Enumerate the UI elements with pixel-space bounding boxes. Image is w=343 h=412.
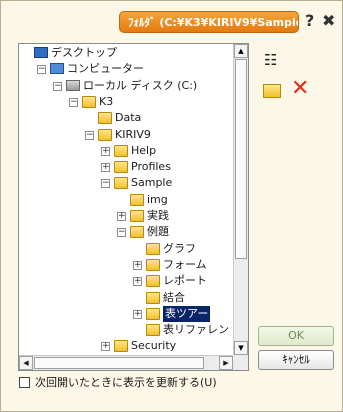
tree-node-label[interactable]: Help: [131, 143, 156, 159]
tree-node-label[interactable]: グラフ: [163, 241, 196, 257]
folder-icon: [146, 324, 160, 336]
scroll-right-button[interactable]: ▶: [219, 356, 233, 370]
expand-icon[interactable]: +: [133, 261, 142, 270]
tree-node[interactable]: − KIRIV9: [19, 127, 233, 143]
folder-icon: [146, 308, 160, 320]
tree-node[interactable]: 結合: [19, 290, 233, 306]
scroll-down-button[interactable]: ▼: [234, 341, 248, 355]
folder-icon: [98, 129, 112, 141]
tree-node[interactable]: − Sample: [19, 175, 233, 191]
folder-tree-panel: デスクトップ − コンピューター − ローカル ディスク (C:) − K3 Data − KIR…: [18, 43, 249, 371]
folder-icon: [130, 210, 144, 222]
tree-node-label[interactable]: 例題: [147, 224, 169, 240]
tree-node[interactable]: img: [19, 192, 233, 208]
ok-button[interactable]: OK: [258, 326, 334, 346]
folder-icon: [98, 112, 112, 124]
folder-icon: [130, 194, 144, 206]
folder-icon: [114, 177, 128, 189]
tree-node[interactable]: − ローカル ディスク (C:): [19, 78, 233, 94]
tree-node-label[interactable]: KIRIV9: [115, 127, 151, 143]
tree-node-label[interactable]: Data: [115, 110, 141, 126]
tree-node[interactable]: + Security: [19, 338, 233, 354]
collapse-icon[interactable]: −: [85, 131, 94, 140]
tree-node[interactable]: + Profiles: [19, 159, 233, 175]
collapse-icon[interactable]: −: [69, 98, 78, 107]
close-icon[interactable]: ✖: [322, 10, 336, 32]
folder-icon: [114, 340, 128, 352]
tree-node-label[interactable]: デスクトップ: [51, 45, 117, 61]
folder-icon: [130, 226, 144, 238]
horizontal-scroll-thumb[interactable]: [34, 357, 204, 369]
cancel-button[interactable]: ｷｬﾝｾﾙ: [258, 350, 334, 370]
folder-dialog: ﾌｫﾙﾀﾞ (C:¥K3¥KIRIV9¥Sample¥例... ? ✖ デスクト…: [0, 0, 343, 412]
tree-node-label[interactable]: コンピューター: [67, 61, 144, 77]
expand-icon[interactable]: +: [101, 147, 110, 156]
folder-icon: [146, 243, 160, 255]
folder-icon: [82, 96, 96, 108]
help-icon[interactable]: ?: [305, 10, 319, 32]
tree-node-label[interactable]: レポート: [163, 273, 207, 289]
disk-icon: [66, 80, 80, 91]
tree-node[interactable]: + 実践: [19, 208, 233, 224]
tree-node[interactable]: デスクトップ: [19, 45, 233, 61]
tree-node[interactable]: − コンピューター: [19, 61, 233, 77]
collapse-icon[interactable]: −: [117, 228, 126, 237]
refresh-on-open-label: 次回開いたときに表示を更新する(U): [35, 376, 217, 389]
refresh-on-open-checkbox[interactable]: [19, 377, 30, 388]
delete-icon[interactable]: ✕: [291, 78, 309, 100]
sort-icon[interactable]: ☷: [264, 51, 282, 69]
folder-icon: [114, 145, 128, 157]
horizontal-scrollbar[interactable]: ◀ ▶: [19, 355, 233, 370]
vertical-scroll-thumb[interactable]: [235, 59, 247, 259]
tree-node-label[interactable]: Profiles: [131, 159, 171, 175]
expand-icon[interactable]: +: [101, 163, 110, 172]
folder-icon: [146, 275, 160, 287]
vertical-scrollbar[interactable]: ▲ ▼: [233, 44, 248, 355]
new-folder-icon[interactable]: [263, 84, 281, 98]
tree-node-label[interactable]: ローカル ディスク (C:): [83, 78, 197, 94]
dialog-title: ﾌｫﾙﾀﾞ (C:¥K3¥KIRIV9¥Sample¥例...: [119, 11, 299, 33]
tree-node-label[interactable]: img: [147, 192, 168, 208]
expand-icon[interactable]: +: [133, 310, 142, 319]
tree-node-label[interactable]: Security: [131, 338, 176, 354]
expand-icon[interactable]: +: [117, 212, 126, 221]
tree-node[interactable]: グラフ: [19, 241, 233, 257]
tree-node-label[interactable]: 実践: [147, 208, 169, 224]
desktop-icon: [34, 47, 48, 58]
expand-icon[interactable]: +: [133, 277, 142, 286]
scroll-up-button[interactable]: ▲: [234, 44, 248, 58]
tree-node[interactable]: − K3: [19, 94, 233, 110]
tree-node-label[interactable]: Sample: [131, 175, 172, 191]
tree-node[interactable]: − 例題: [19, 224, 233, 240]
collapse-icon[interactable]: −: [101, 179, 110, 188]
tree-node[interactable]: + レポート: [19, 273, 233, 289]
folder-icon: [146, 259, 160, 271]
folder-icon: [114, 161, 128, 173]
scroll-left-button[interactable]: ◀: [19, 356, 33, 370]
tree-node-label[interactable]: 表リファレン: [163, 322, 229, 338]
tree-node-label[interactable]: 結合: [163, 290, 185, 306]
tree-node-label[interactable]: K3: [99, 94, 113, 110]
tree-node[interactable]: Data: [19, 110, 233, 126]
collapse-icon[interactable]: −: [37, 65, 46, 74]
tree-node-label[interactable]: 表ツアー: [163, 306, 211, 322]
tree-node-label[interactable]: フォーム: [163, 257, 207, 273]
folder-icon: [146, 292, 160, 304]
tree-node[interactable]: + 表ツアー: [19, 306, 233, 322]
tree-node[interactable]: + フォーム: [19, 257, 233, 273]
computer-icon: [50, 63, 64, 74]
scrollbar-corner: [233, 355, 248, 370]
tree-node[interactable]: + Help: [19, 143, 233, 159]
folder-tree[interactable]: デスクトップ − コンピューター − ローカル ディスク (C:) − K3 Data − KIR…: [19, 44, 233, 355]
tree-node[interactable]: 表リファレン: [19, 322, 233, 338]
collapse-icon[interactable]: −: [53, 82, 62, 91]
expand-icon[interactable]: +: [101, 342, 110, 351]
